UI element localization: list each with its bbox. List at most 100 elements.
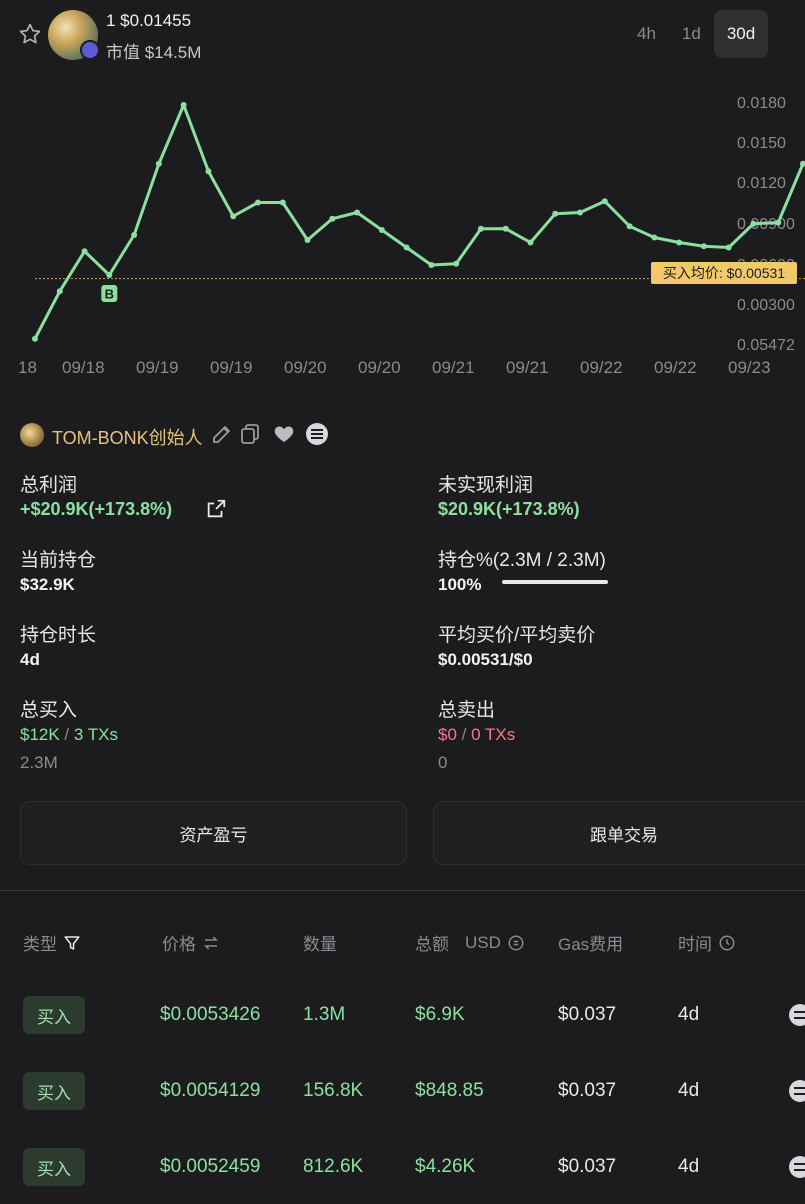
- row-total: $4.26K: [415, 1156, 476, 1177]
- currency-toggle-icon[interactable]: [507, 934, 525, 952]
- x-tick-label: 09/19: [210, 358, 253, 377]
- swap-icon[interactable]: [202, 934, 220, 952]
- filter-icon[interactable]: [63, 934, 81, 952]
- data-point: [131, 232, 138, 238]
- col-qty: 数量: [303, 935, 337, 954]
- row-qty: 156.8K: [303, 1080, 364, 1101]
- x-tick-label: 09/22: [654, 358, 697, 377]
- data-point: [56, 288, 63, 295]
- data-point: [106, 272, 113, 278]
- data-point: [32, 335, 38, 342]
- row-gas: $0.037: [558, 1156, 617, 1177]
- avg-buy-price-label: 买入均价: $0.00531: [651, 262, 797, 284]
- copy-icon[interactable]: [238, 422, 262, 446]
- avg-price-label: 平均买价/平均卖价: [438, 625, 596, 646]
- x-tick-label: 09/22: [580, 358, 623, 377]
- row-time: 4d: [678, 1156, 700, 1177]
- data-point: [750, 220, 757, 227]
- row-qty: 1.3M: [303, 1004, 346, 1025]
- wallet-avatar: [20, 423, 44, 447]
- chain-icon: [789, 1080, 805, 1102]
- row-price: $0.0053426: [160, 1004, 261, 1025]
- data-point: [81, 248, 88, 255]
- data-point: [700, 243, 707, 250]
- x-tick-label: 18: [18, 358, 37, 377]
- timeframe-1d[interactable]: 1d: [669, 10, 714, 58]
- holding-pct-label: 持仓%(2.3M / 2.3M): [438, 550, 606, 571]
- price-chart: 0.01800.01500.01200.009000.006000.003000…: [18, 95, 805, 377]
- chain-badge-icon: [80, 40, 100, 60]
- section-divider: [0, 890, 805, 891]
- x-tick-label: 09/21: [506, 358, 549, 377]
- col-gas: Gas费用: [558, 935, 624, 954]
- data-point: [254, 199, 261, 206]
- y-tick-label: 0.0150: [737, 135, 786, 152]
- timeframe-30d[interactable]: 30d: [713, 10, 769, 58]
- table-row[interactable]: 买入 $0.0052459 812.6K $4.26K $0.037 4d: [0, 1148, 805, 1204]
- data-point: [304, 237, 311, 243]
- data-point: [477, 225, 484, 232]
- y-tick-label: 0.00300: [737, 297, 795, 314]
- holding-pct-value: 100%: [438, 575, 482, 594]
- x-tick-label: 09/20: [358, 358, 401, 377]
- x-tick-label: 09/23: [728, 358, 771, 377]
- col-type[interactable]: 类型: [23, 930, 81, 955]
- data-point: [775, 219, 782, 226]
- y-tick-label: 0.0180: [737, 95, 786, 112]
- data-point: [527, 239, 534, 246]
- copy-trade-button[interactable]: 跟单交易: [433, 801, 805, 865]
- row-gas: $0.037: [558, 1080, 617, 1101]
- buy-marker-label: B: [105, 287, 114, 302]
- external-link-icon[interactable]: [205, 498, 227, 520]
- data-point: [601, 198, 608, 205]
- total-sell-amount: 0: [438, 753, 448, 772]
- row-time: 4d: [678, 1080, 700, 1101]
- position-value: $32.9K: [20, 575, 75, 594]
- market-cap: 市值 $14.5M: [106, 43, 202, 62]
- timeframe-4h[interactable]: 4h: [624, 10, 669, 58]
- total-profit-value: +$20.9K(+173.8%): [20, 499, 173, 519]
- avg-price-value: $0.00531/$0: [438, 650, 533, 669]
- star-icon[interactable]: [18, 22, 42, 46]
- data-point: [403, 244, 410, 251]
- type-tag: 买入: [23, 996, 85, 1034]
- row-price: $0.0052459: [160, 1156, 261, 1177]
- pnl-button[interactable]: 资产盈亏: [20, 801, 407, 865]
- data-point: [626, 223, 633, 230]
- x-tick-label: 09/19: [136, 358, 179, 377]
- chain-icon: [789, 1004, 805, 1026]
- duration-value: 4d: [20, 650, 40, 669]
- position-label: 当前持仓: [20, 550, 97, 571]
- chain-icon: [306, 423, 328, 445]
- data-point: [155, 160, 162, 167]
- wallet-name[interactable]: TOM-BONK创始人: [52, 424, 203, 450]
- total-profit-label: 总利润: [20, 475, 78, 496]
- col-time[interactable]: 时间: [678, 930, 736, 955]
- table-row[interactable]: 买入 $0.0053426 1.3M $6.9K $0.037 4d: [0, 996, 805, 1052]
- row-total: $848.85: [415, 1080, 484, 1101]
- edit-icon[interactable]: [210, 422, 234, 446]
- data-point: [329, 215, 336, 222]
- row-gas: $0.037: [558, 1004, 617, 1025]
- data-point: [725, 244, 732, 251]
- price-series-line: [33, 103, 805, 340]
- data-point: [354, 209, 361, 216]
- table-row[interactable]: 买入 $0.0054129 156.8K $848.85 $0.037 4d: [0, 1072, 805, 1128]
- total-buy-value: $12K / 3 TXs: [20, 725, 118, 744]
- data-point: [577, 209, 584, 216]
- col-price[interactable]: 价格: [162, 930, 220, 955]
- row-total: $6.9K: [415, 1004, 465, 1025]
- data-point: [453, 260, 460, 267]
- data-point: [230, 213, 237, 220]
- col-total[interactable]: 总额 USD: [415, 930, 525, 955]
- data-point: [651, 234, 658, 241]
- row-price: $0.0054129: [160, 1080, 261, 1101]
- token-ticker-price: 1 $0.01455: [106, 11, 192, 30]
- clock-icon[interactable]: [718, 934, 736, 952]
- data-point: [502, 225, 509, 232]
- data-point: [378, 227, 385, 233]
- data-point: [279, 199, 286, 206]
- heart-icon[interactable]: [272, 422, 296, 446]
- more-icon[interactable]: ⋮: [798, 16, 805, 38]
- buy-marker: B: [101, 285, 118, 302]
